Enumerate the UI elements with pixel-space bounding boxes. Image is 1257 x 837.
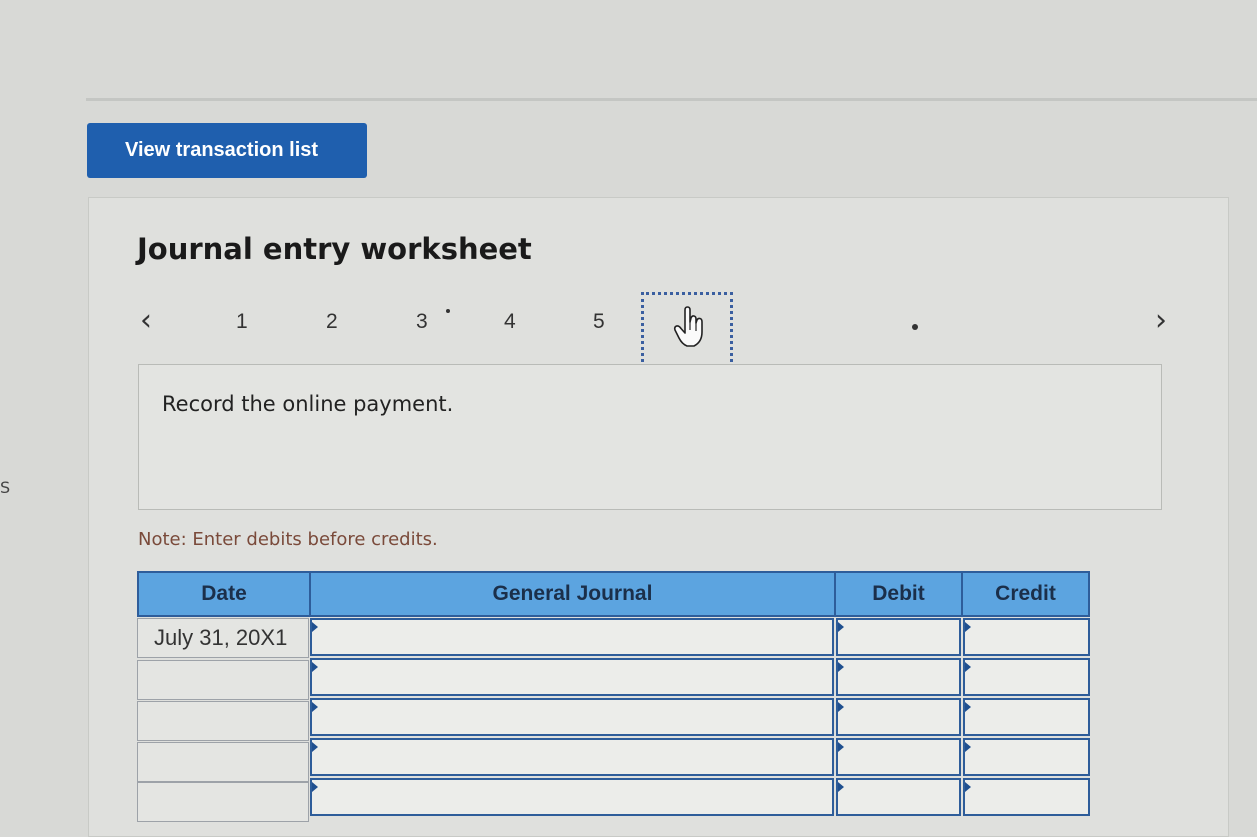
- account-input[interactable]: [310, 778, 834, 816]
- debit-input[interactable]: [836, 778, 961, 816]
- step-tab-5[interactable]: 5: [593, 310, 605, 334]
- credit-input[interactable]: [963, 618, 1090, 656]
- debit-input[interactable]: [836, 698, 961, 736]
- view-transaction-list-button[interactable]: View transaction list: [87, 123, 367, 178]
- account-input[interactable]: [310, 738, 834, 776]
- account-input[interactable]: [310, 618, 834, 656]
- credit-input[interactable]: [963, 738, 1090, 776]
- step-tab-3[interactable]: 3: [416, 310, 428, 334]
- account-input[interactable]: [310, 698, 834, 736]
- credit-input[interactable]: [963, 778, 1090, 816]
- note-text: Note: Enter debits before credits.: [138, 529, 438, 550]
- sidebar-fragment: S: [0, 478, 11, 497]
- debit-input[interactable]: [836, 738, 961, 776]
- step-3-dot-marker: [446, 309, 450, 313]
- hand-pointer-icon: [673, 306, 703, 347]
- date-cell: [137, 782, 309, 822]
- instruction-text: Record the online payment.: [162, 392, 454, 416]
- column-header-credit: Credit: [961, 571, 1090, 617]
- chevron-left-icon[interactable]: ‹: [140, 303, 152, 338]
- chevron-right-icon[interactable]: ›: [1155, 303, 1167, 338]
- credit-input[interactable]: [963, 658, 1090, 696]
- credit-input[interactable]: [963, 698, 1090, 736]
- top-divider: [86, 98, 1257, 101]
- debit-input[interactable]: [836, 658, 961, 696]
- column-header-debit: Debit: [834, 571, 963, 617]
- step-tab-4[interactable]: 4: [504, 310, 516, 334]
- account-input[interactable]: [310, 658, 834, 696]
- instruction-box: [138, 364, 1162, 510]
- date-cell: [137, 660, 309, 700]
- column-header-general-journal: General Journal: [309, 571, 836, 617]
- step-indicator-dot: [912, 324, 918, 330]
- date-cell: [137, 701, 309, 741]
- date-cell: July 31, 20X1: [137, 618, 309, 658]
- step-tab-1[interactable]: 1: [236, 310, 248, 334]
- step-tab-2[interactable]: 2: [326, 310, 338, 334]
- column-header-date: Date: [137, 571, 311, 617]
- debit-input[interactable]: [836, 618, 961, 656]
- date-cell: [137, 742, 309, 782]
- page-title: Journal entry worksheet: [137, 232, 532, 266]
